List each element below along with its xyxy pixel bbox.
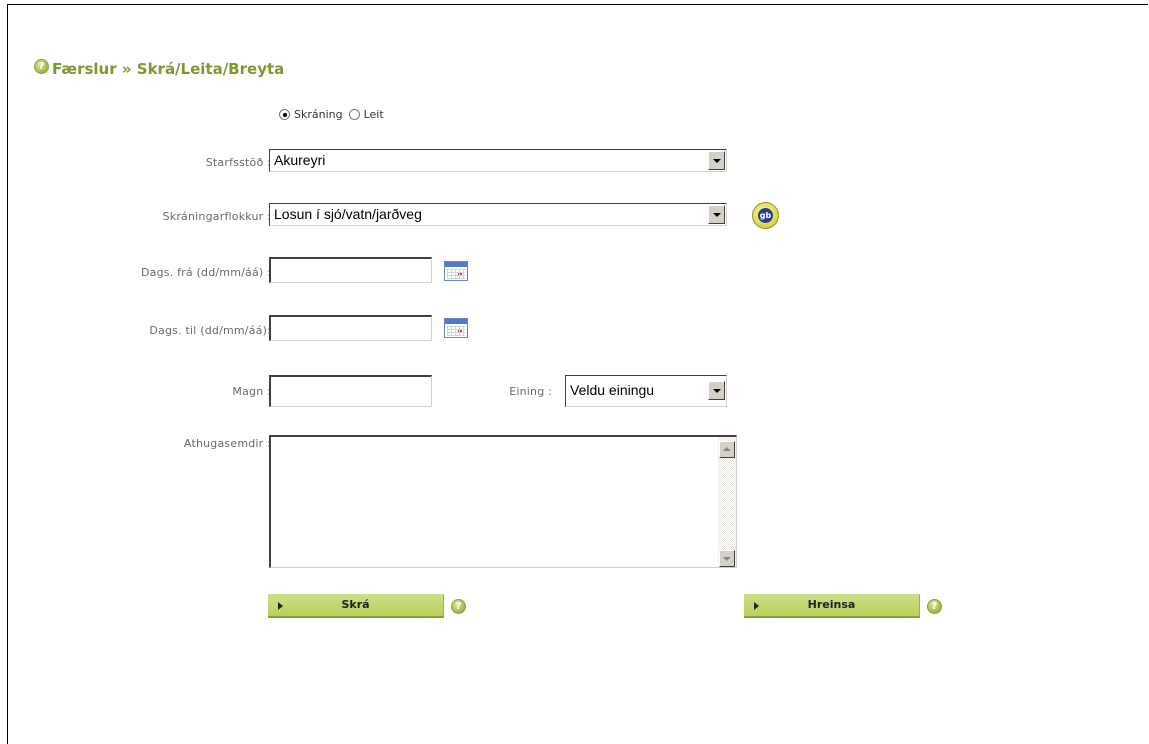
- scroll-down-icon[interactable]: [719, 550, 735, 567]
- gb-icon[interactable]: gb: [752, 202, 779, 229]
- clear-button[interactable]: Hreinsa: [744, 594, 920, 618]
- scroll-up-icon[interactable]: [719, 441, 735, 458]
- radio-skraning-label[interactable]: Skráning: [294, 108, 343, 121]
- station-select[interactable]: Akureyri: [269, 149, 727, 172]
- chevron-down-icon[interactable]: [708, 381, 725, 400]
- gb-icon-text: gb: [758, 208, 773, 223]
- clear-button-label: Hreinsa: [807, 598, 856, 611]
- comments-label: Athugasemdir :: [183, 437, 271, 450]
- station-select-value: Akureyri: [274, 152, 326, 168]
- calendar-icon[interactable]: [444, 261, 468, 281]
- comments-textarea[interactable]: [269, 435, 737, 568]
- submit-button-label: Skrá: [341, 598, 370, 611]
- radio-skraning[interactable]: [279, 109, 290, 120]
- date-from-input[interactable]: [269, 257, 432, 283]
- date-from-label: Dags. frá (dd/mm/áá) :: [140, 266, 271, 279]
- radio-leit[interactable]: [348, 109, 360, 120]
- category-select-value: Losun í sjó/vatn/jarðveg: [274, 206, 422, 222]
- unit-select[interactable]: Veldu einingu: [565, 375, 727, 407]
- amount-label: Magn :: [232, 385, 271, 398]
- submit-button[interactable]: Skrá: [268, 594, 444, 618]
- textarea-scrollbar[interactable]: [718, 437, 736, 567]
- category-select[interactable]: Losun í sjó/vatn/jarðveg: [269, 203, 727, 226]
- calendar-icon[interactable]: [444, 318, 468, 338]
- date-to-label: Dags. til (dd/mm/áá):: [149, 324, 271, 337]
- page-frame: [7, 4, 1148, 744]
- amount-input[interactable]: [269, 375, 432, 407]
- help-icon[interactable]: [34, 59, 49, 74]
- chevron-down-icon[interactable]: [708, 151, 725, 170]
- help-icon[interactable]: [927, 599, 942, 614]
- unit-label: Eining :: [509, 385, 552, 398]
- date-to-input[interactable]: [269, 315, 432, 341]
- chevron-down-icon[interactable]: [708, 205, 725, 224]
- station-label: Starfsstöð :: [205, 156, 271, 169]
- page-title: Færslur » Skrá/Leita/Breyta: [52, 60, 285, 78]
- mode-radio-group: Skráning Leit: [279, 108, 390, 121]
- unit-select-value: Veldu einingu: [570, 382, 655, 398]
- category-label: Skráningarflokkur :: [162, 210, 271, 223]
- help-icon[interactable]: [451, 599, 466, 614]
- radio-leit-label[interactable]: Leit: [364, 108, 384, 121]
